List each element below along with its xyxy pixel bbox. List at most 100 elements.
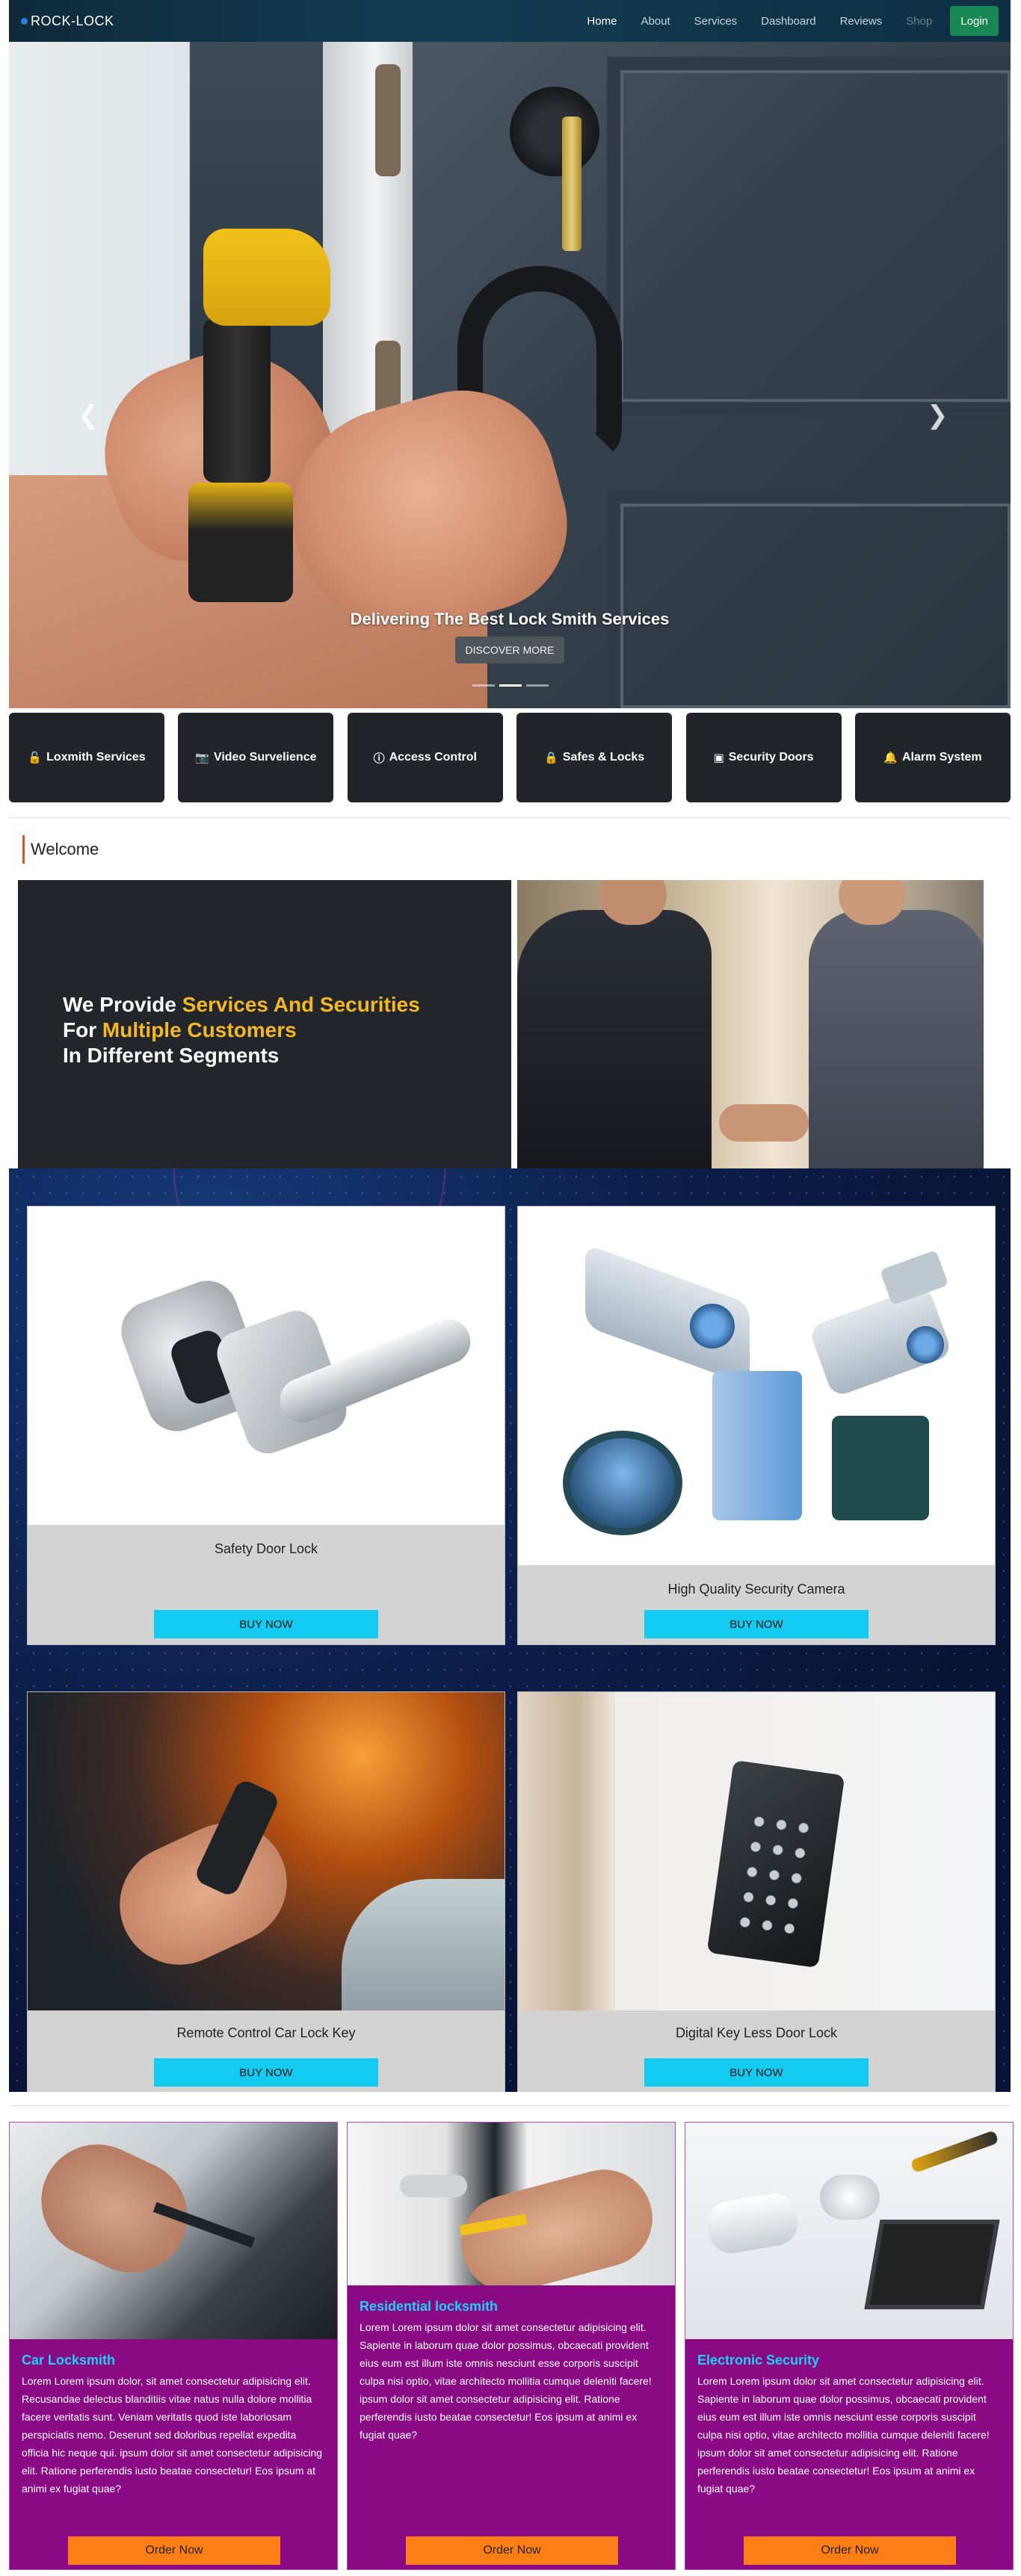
businessman-left [517,910,712,1170]
service-card-title: Residential locksmith [360,2299,499,2314]
service-card-residential: Residential locksmith Lorem Lorem ipsum … [347,2122,676,2570]
hero-carousel: ❮ ❯ Delivering The Best Lock Smith Servi… [9,42,1011,708]
nav-links: Home About Services Dashboard Reviews Sh… [575,6,999,36]
chevron-right-icon[interactable]: ❯ [927,400,948,430]
door-frame [518,1692,615,2010]
hero-caption: Delivering The Best Lock Smith Services [350,610,670,628]
product-image-keypad-lock [518,1692,995,2010]
navbar: ROCK-LOCK Home About Services Dashboard … [9,0,1011,42]
metal-detector-wand [910,2130,999,2173]
service-card-body: Lorem Lorem ipsum dolor sit amet consect… [697,2375,990,2495]
carousel-indicator[interactable] [526,684,549,687]
welcome-line2-highlight: Multiple Customers [102,1018,297,1041]
handshake [719,1104,809,1142]
door-knob [400,2175,467,2197]
welcome-line3: In Different Segments [63,1044,280,1067]
hero-door-panel [607,490,1011,708]
buy-now-button[interactable]: BUY NOW [154,1610,378,1638]
chevron-left-icon[interactable]: ❮ [78,400,99,430]
divider [9,817,1011,818]
order-now-button[interactable]: Order Now [744,2536,956,2565]
businessman-right [809,910,984,1170]
dome-camera-illustration [563,1431,682,1535]
service-card-electronic: Electronic Security Lorem Lorem ipsum do… [685,2122,1014,2570]
service-button-label: Security Doors [728,751,814,764]
service-button-alarm[interactable]: 🔔 Alarm System [854,713,1011,802]
brand-dot-icon [21,17,28,25]
camera-lens [907,1326,944,1363]
nav-link-services[interactable]: Services [682,15,750,28]
services-bar: 🔓 Loxmith Services 📷 Video Survelience ⓘ… [9,713,1011,802]
hero-drill-head [203,229,330,326]
service-card-car: Car Locksmith Lorem Lorem ipsum dolor, s… [9,2122,338,2570]
product-title: High Quality Security Camera [667,1582,845,1597]
buy-now-button[interactable]: BUY NOW [644,2058,869,2087]
service-button-label: Video Survelience [213,751,317,764]
order-now-button[interactable]: Order Now [68,2536,280,2565]
service-button-label: Access Control [389,751,477,764]
service-button-label: Alarm System [901,751,982,764]
products-section: Safety Door Lock BUY NOW High Quality Se… [9,1168,1011,2092]
laptop [864,2220,1000,2309]
service-button-access[interactable]: ⓘ Access Control [347,713,503,802]
buy-now-button[interactable]: BUY NOW [644,1610,869,1638]
service-button-video[interactable]: 📷 Video Survelience [178,713,334,802]
welcome-banner-text: We Provide Services And Securities For M… [63,992,420,1068]
welcome-line1-plain: We Provide [63,993,182,1016]
camera-lens [690,1304,735,1349]
hero-drill-battery [188,483,293,602]
hand [22,2125,206,2291]
carousel-indicators [472,684,549,687]
service-button-safes[interactable]: 🔒 Safes & Locks [516,713,673,802]
control-panel-illustration [879,1249,949,1306]
welcome-line1-highlight: Services And Securities [182,993,420,1016]
product-title: Digital Key Less Door Lock [675,2025,838,2040]
unlock-icon: 🔓 [28,751,43,764]
hero-key [562,117,582,251]
welcome-banner: We Provide Services And Securities For M… [18,880,511,1170]
product-card: High Quality Security Camera BUY NOW [517,1206,996,1645]
service-button-label: Loxmith Services [46,751,146,764]
service-card-body: Lorem Lorem ipsum dolor, sit amet consec… [22,2375,323,2495]
hero-door-panel [607,57,1011,415]
hero-hinge [375,64,401,176]
divider [9,2105,1011,2106]
nav-link-dashboard[interactable]: Dashboard [749,15,827,28]
dvr-camera-illustration [832,1416,929,1520]
discover-more-button[interactable]: DISCOVER MORE [455,637,564,663]
product-image-door-lock [28,1207,505,1525]
keypad-buttons [732,1807,817,1936]
buy-now-button[interactable]: BUY NOW [154,2058,378,2087]
brand-logo[interactable]: ROCK-LOCK [21,13,114,29]
login-button[interactable]: Login [950,6,999,36]
bell-icon: 🔔 [883,751,898,764]
service-button-loxmith[interactable]: 🔓 Loxmith Services [9,713,164,802]
hero-drill-grip [203,318,271,483]
order-now-button[interactable]: Order Now [406,2536,618,2565]
welcome-line2-plain: For [63,1018,102,1041]
safe-icon: 🔒 [544,751,558,764]
carousel-indicator-active[interactable] [499,684,522,687]
carousel-indicator[interactable] [472,684,495,687]
camera-icon: 📷 [195,751,209,764]
service-button-doors[interactable]: ▣ Security Doors [685,713,842,802]
welcome-heading: Welcome [22,835,99,864]
service-button-label: Safes & Locks [562,751,645,764]
nav-link-reviews[interactable]: Reviews [828,15,895,28]
product-image-security-camera [518,1207,995,1565]
door-icon: ▣ [713,751,724,764]
kiosk-illustration [712,1371,802,1520]
nav-link-home[interactable]: Home [575,15,629,28]
nav-link-shop: Shop [906,14,933,28]
info-icon: ⓘ [373,751,385,765]
product-title: Remote Control Car Lock Key [176,2025,356,2040]
nav-link-about[interactable]: About [629,15,682,28]
product-card: Remote Control Car Lock Key BUY NOW [27,1691,505,2092]
product-image-car-key [28,1692,505,2010]
dome-camera [820,2175,880,2220]
product-card: Digital Key Less Door Lock BUY NOW [517,1691,996,2092]
service-card-body: Lorem Lorem ipsum dolor sit amet consect… [360,2321,652,2441]
service-card-title: Electronic Security [697,2353,820,2368]
product-title: Safety Door Lock [214,1541,318,1556]
hero-deadbolt [510,87,599,176]
